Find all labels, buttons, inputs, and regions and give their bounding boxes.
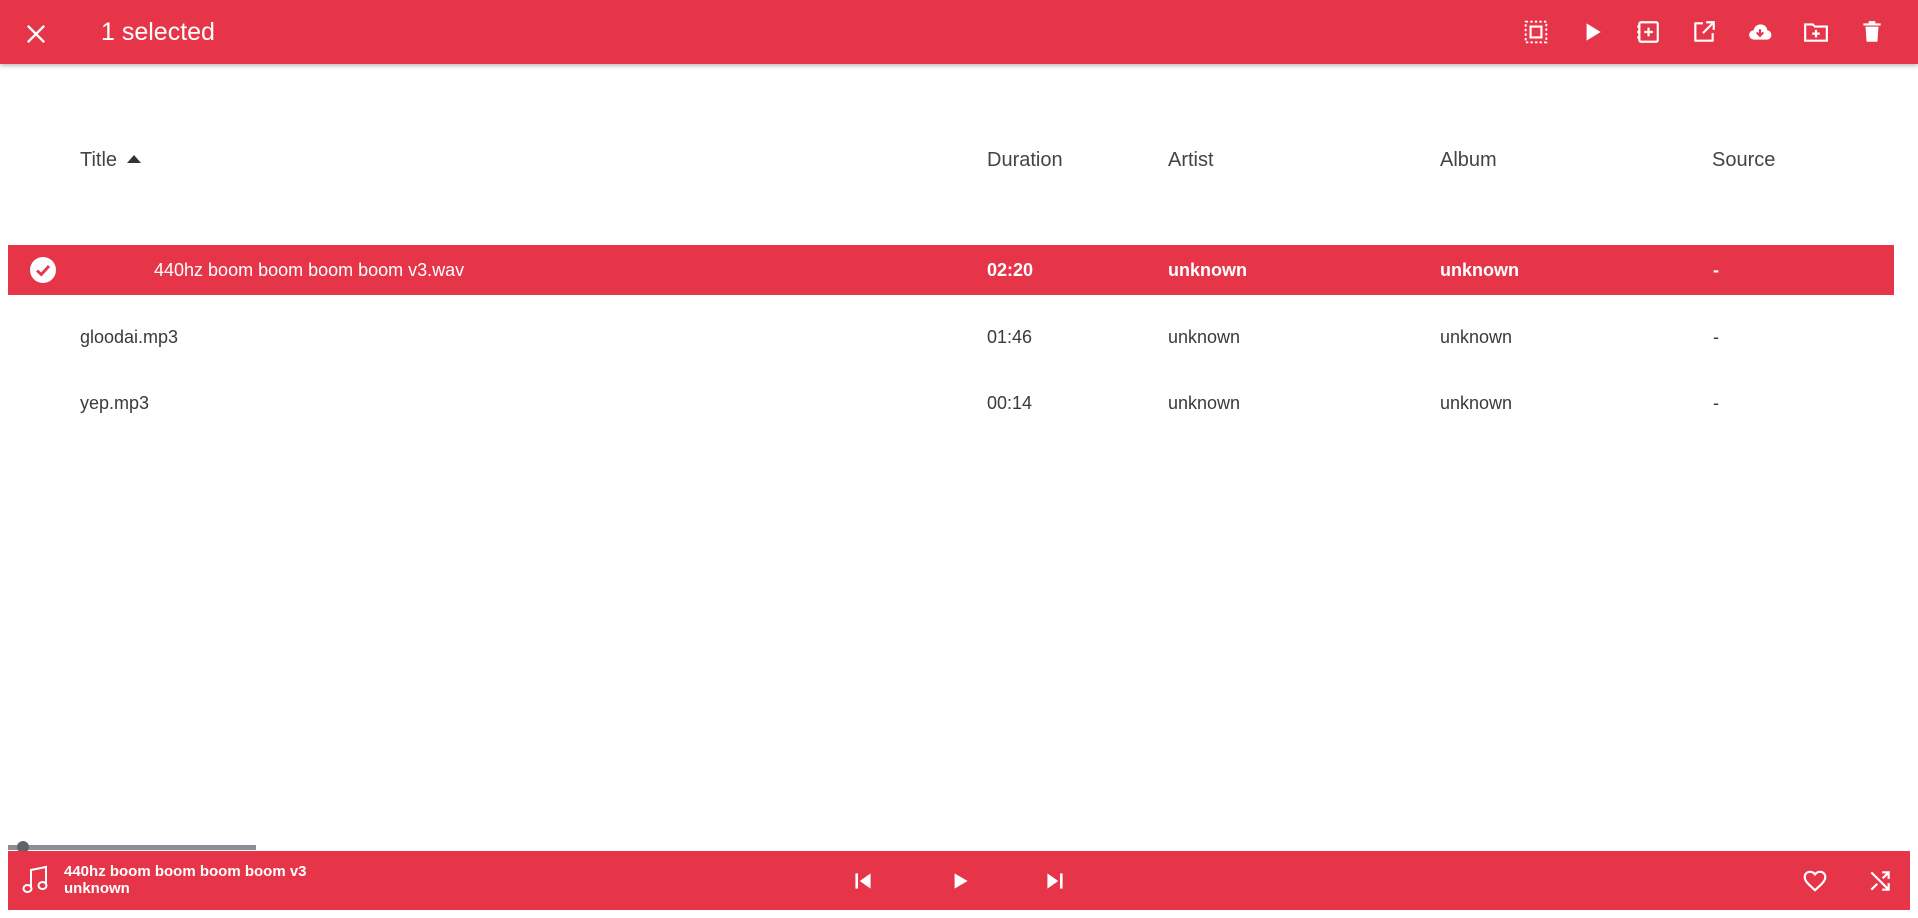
now-playing-title: 440hz boom boom boom boom v3 bbox=[64, 863, 307, 880]
player-bar: 440hz boom boom boom boom v3 unknown bbox=[8, 851, 1910, 910]
table-row[interactable]: yep.mp3 00:14 unknown unknown - bbox=[8, 378, 1894, 428]
next-icon bbox=[1047, 873, 1063, 889]
favorite-button[interactable] bbox=[1798, 864, 1832, 898]
play-icon bbox=[1586, 23, 1601, 41]
track-artist: unknown bbox=[1168, 393, 1241, 413]
toolbar-actions bbox=[1518, 14, 1890, 50]
shuffle-icon bbox=[1870, 871, 1890, 891]
selection-count: 1 selected bbox=[101, 18, 215, 46]
column-header-source[interactable]: Source bbox=[1712, 148, 1775, 172]
track-artist: unknown bbox=[1168, 327, 1241, 347]
close-icon bbox=[26, 24, 46, 44]
track-source: - bbox=[1713, 260, 1719, 280]
track-source: - bbox=[1713, 393, 1719, 413]
open-external-button[interactable] bbox=[1686, 14, 1722, 50]
column-label-album: Album bbox=[1440, 149, 1497, 171]
previous-track-button[interactable] bbox=[846, 864, 880, 898]
track-artist: unknown bbox=[1168, 260, 1247, 280]
track-album: unknown bbox=[1440, 260, 1519, 280]
column-label-title: Title bbox=[80, 149, 118, 171]
column-header-duration[interactable]: Duration bbox=[987, 148, 1063, 172]
delete-button[interactable] bbox=[1854, 14, 1890, 50]
column-label-duration: Duration bbox=[987, 149, 1063, 171]
music-note-icon bbox=[22, 865, 48, 893]
track-album: unknown bbox=[1440, 327, 1513, 347]
table-row[interactable]: gloodai.mp3 01:46 unknown unknown - bbox=[8, 312, 1894, 362]
heart-icon bbox=[1803, 870, 1827, 892]
table-row[interactable]: 440hz boom boom boom boom v3.wav 02:20 u… bbox=[8, 245, 1894, 295]
table-header: Title Duration Artist Album Source bbox=[0, 140, 1918, 180]
cloud-download-icon bbox=[1749, 24, 1772, 40]
select-all-button[interactable] bbox=[1518, 14, 1554, 50]
track-duration: 01:46 bbox=[987, 327, 1033, 347]
play-selected-button[interactable] bbox=[1574, 14, 1610, 50]
select-all-icon bbox=[1524, 20, 1548, 44]
music-library-app: 1 selected Title Duration Artist Album S… bbox=[0, 0, 1918, 918]
track-title: yep.mp3 bbox=[80, 393, 150, 413]
delete-icon bbox=[1863, 21, 1881, 42]
track-duration: 02:20 bbox=[987, 260, 1034, 280]
playback-progress-bar[interactable] bbox=[8, 845, 256, 850]
track-album: unknown bbox=[1440, 393, 1513, 413]
add-to-queue-icon bbox=[1637, 21, 1659, 43]
track-title: 440hz boom boom boom boom v3.wav bbox=[154, 260, 465, 280]
add-to-folder-icon bbox=[1804, 23, 1828, 42]
now-playing-artist: unknown bbox=[64, 880, 130, 897]
open-external-icon bbox=[1694, 21, 1715, 42]
sort-ascending-icon bbox=[127, 155, 142, 163]
column-label-artist: Artist bbox=[1168, 149, 1214, 171]
column-label-source: Source bbox=[1712, 149, 1776, 171]
column-header-artist[interactable]: Artist bbox=[1168, 148, 1214, 172]
track-title: gloodai.mp3 bbox=[80, 327, 179, 347]
add-to-queue-button[interactable] bbox=[1630, 14, 1666, 50]
track-source: - bbox=[1713, 327, 1719, 347]
column-header-title[interactable]: Title bbox=[80, 148, 142, 172]
column-header-album[interactable]: Album bbox=[1440, 148, 1497, 172]
download-button[interactable] bbox=[1742, 14, 1778, 50]
play-button[interactable] bbox=[943, 864, 977, 898]
play-icon bbox=[954, 873, 968, 889]
previous-icon bbox=[855, 873, 871, 889]
close-selection-button[interactable] bbox=[20, 18, 52, 50]
shuffle-button[interactable] bbox=[1863, 864, 1897, 898]
next-track-button[interactable] bbox=[1038, 864, 1072, 898]
selection-toolbar: 1 selected bbox=[0, 0, 1918, 64]
add-to-folder-button[interactable] bbox=[1798, 14, 1834, 50]
track-duration: 00:14 bbox=[987, 393, 1033, 413]
check-circle-icon[interactable] bbox=[29, 256, 57, 284]
